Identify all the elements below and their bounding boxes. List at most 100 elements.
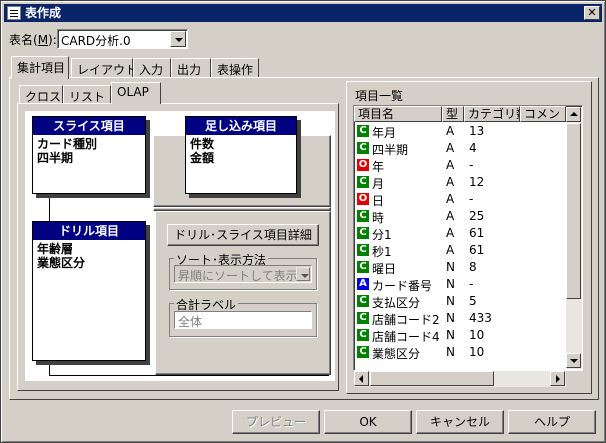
- type-badge-icon: O: [357, 159, 369, 171]
- scroll-left-button[interactable]: [354, 371, 369, 386]
- list-item[interactable]: C 曜日 N 8: [354, 259, 558, 276]
- drill-item[interactable]: 年齢層: [37, 242, 141, 256]
- type-badge-icon: C: [357, 244, 369, 256]
- type-badge-icon: C: [357, 329, 369, 341]
- item-name: 支払区分: [372, 296, 421, 310]
- sum-item[interactable]: 件数: [190, 137, 292, 151]
- table-name-accel-key: M: [37, 33, 49, 47]
- sum-items-card[interactable]: 足し込み項目 件数 金額: [185, 116, 297, 194]
- table-name-label: 表名(M):: [9, 31, 57, 48]
- help-button[interactable]: ヘルプ: [508, 410, 596, 434]
- item-type: N: [446, 294, 455, 308]
- list-item[interactable]: C 店舗コード2 N 433: [354, 310, 558, 327]
- tab-4[interactable]: 表操作: [211, 58, 259, 78]
- window-title: 表作成: [25, 6, 62, 20]
- list-item[interactable]: C 時 A 25: [354, 208, 558, 225]
- tab-3[interactable]: 出力: [171, 58, 211, 78]
- list-item[interactable]: C 業態区分 N 10: [354, 344, 558, 361]
- drill-items-title: ドリル項目: [33, 222, 145, 240]
- close-button[interactable]: ✕: [584, 6, 600, 20]
- list-item[interactable]: C 月 A 12: [354, 174, 558, 191]
- slice-item[interactable]: カード種別: [37, 137, 141, 151]
- drill-items-card[interactable]: ドリル項目 年齢層 業態区分: [32, 221, 146, 361]
- item-category-count: 25: [469, 209, 485, 223]
- slice-item[interactable]: 四半期: [37, 151, 141, 165]
- column-header-3[interactable]: コメン: [520, 106, 566, 122]
- item-type: A: [446, 209, 455, 223]
- item-type: A: [446, 124, 455, 138]
- item-name: 月: [372, 177, 385, 191]
- type-badge-icon: C: [357, 125, 369, 137]
- item-name: 業態区分: [372, 347, 421, 361]
- list-item[interactable]: C 支払区分 N 5: [354, 293, 558, 310]
- list-item[interactable]: C 秒1 A 61: [354, 242, 558, 259]
- subtab-1[interactable]: リスト: [63, 85, 111, 104]
- item-type: N: [446, 345, 455, 359]
- horizontal-scrollbar[interactable]: [354, 371, 566, 387]
- cancel-button[interactable]: キャンセル: [416, 410, 504, 434]
- tab-2[interactable]: 入力: [133, 58, 171, 78]
- total-label-input[interactable]: 全体: [174, 311, 312, 329]
- ok-button[interactable]: OK: [324, 410, 412, 434]
- title-bar[interactable]: 表作成 ✕: [4, 4, 602, 22]
- preview-button[interactable]: プレビュー: [232, 410, 320, 434]
- column-header-1[interactable]: 型: [442, 106, 464, 122]
- type-badge-icon: O: [357, 193, 369, 205]
- item-name: 店舗コード4: [372, 330, 440, 344]
- table-name-value: CARD分析.0: [61, 34, 131, 48]
- table-name-combo[interactable]: CARD分析.0: [57, 29, 188, 49]
- type-badge-icon: C: [357, 346, 369, 358]
- hscroll-thumb[interactable]: [370, 371, 494, 386]
- sort-method-value: 昇順にソートして表示: [178, 269, 298, 283]
- item-category-count: 61: [469, 226, 485, 240]
- arrow-right-icon: [556, 375, 560, 383]
- item-category-count: 13: [469, 124, 485, 138]
- list-item[interactable]: C 四半期 A 4: [354, 140, 558, 157]
- type-badge-icon: C: [357, 312, 369, 324]
- list-item[interactable]: C 分1 A 61: [354, 225, 558, 242]
- item-name: 秒1: [372, 245, 392, 259]
- list-item[interactable]: O年 A-: [354, 157, 558, 174]
- drill-slice-detail-button[interactable]: ドリル･スライス項目詳細: [167, 224, 319, 246]
- item-type: A: [446, 141, 455, 155]
- item-type: N: [446, 260, 455, 274]
- column-header-0[interactable]: 項目名: [354, 106, 442, 122]
- drill-item[interactable]: 業態区分: [37, 256, 141, 270]
- subtab-2[interactable]: OLAP: [111, 82, 161, 104]
- item-list[interactable]: 項目名型カテゴリ数コメン C年月A13C四半期A4O年A-C月A12O日A-C時…: [353, 105, 583, 371]
- arrow-up-icon: [570, 112, 578, 116]
- tab-1[interactable]: レイアウト: [71, 58, 137, 78]
- item-category-count: 433: [469, 311, 492, 325]
- subtab-0[interactable]: クロス: [19, 85, 63, 104]
- document-icon: [7, 6, 21, 20]
- total-label-value: 全体: [178, 315, 203, 329]
- item-category-count: -: [469, 158, 474, 172]
- sum-item[interactable]: 金額: [190, 151, 292, 165]
- list-item[interactable]: O日 A-: [354, 191, 558, 208]
- scroll-thumb[interactable]: [566, 123, 581, 299]
- item-category-count: 10: [469, 328, 485, 342]
- column-header-2[interactable]: カテゴリ数: [464, 106, 520, 122]
- item-name: カード番号: [372, 279, 433, 293]
- slice-items-card[interactable]: スライス項目 カード種別 四半期: [32, 116, 146, 194]
- chevron-down-icon[interactable]: [296, 267, 310, 281]
- list-item[interactable]: C 年月 A 13: [354, 123, 558, 140]
- item-type: A: [446, 158, 455, 172]
- type-badge-icon: C: [357, 176, 369, 188]
- item-name: 四半期: [372, 143, 409, 157]
- item-list-title: 項目一覧: [355, 89, 404, 103]
- list-item[interactable]: C 店舗コード4 N 10: [354, 327, 558, 344]
- scroll-down-button[interactable]: [566, 353, 581, 368]
- scroll-up-button[interactable]: [566, 107, 581, 122]
- scroll-right-button[interactable]: [550, 371, 565, 386]
- chevron-down-icon[interactable]: [170, 31, 186, 47]
- item-type: A: [446, 192, 455, 206]
- type-badge-icon: C: [357, 227, 369, 239]
- item-type: A: [446, 175, 455, 189]
- item-type: A: [446, 243, 455, 257]
- item-list-body: C 年月 A 13 C 四半期 A 4 O 年 A - C 月 A 12 O 日 A - C 時 A 25 C 分1 A 61 C 秒1 A…: [354, 123, 566, 370]
- list-item[interactable]: A カード番号 N -: [354, 276, 558, 293]
- sort-method-select[interactable]: 昇順にソートして表示: [174, 265, 312, 283]
- vertical-scrollbar[interactable]: [566, 107, 582, 369]
- tab-0[interactable]: 集計項目: [11, 56, 69, 79]
